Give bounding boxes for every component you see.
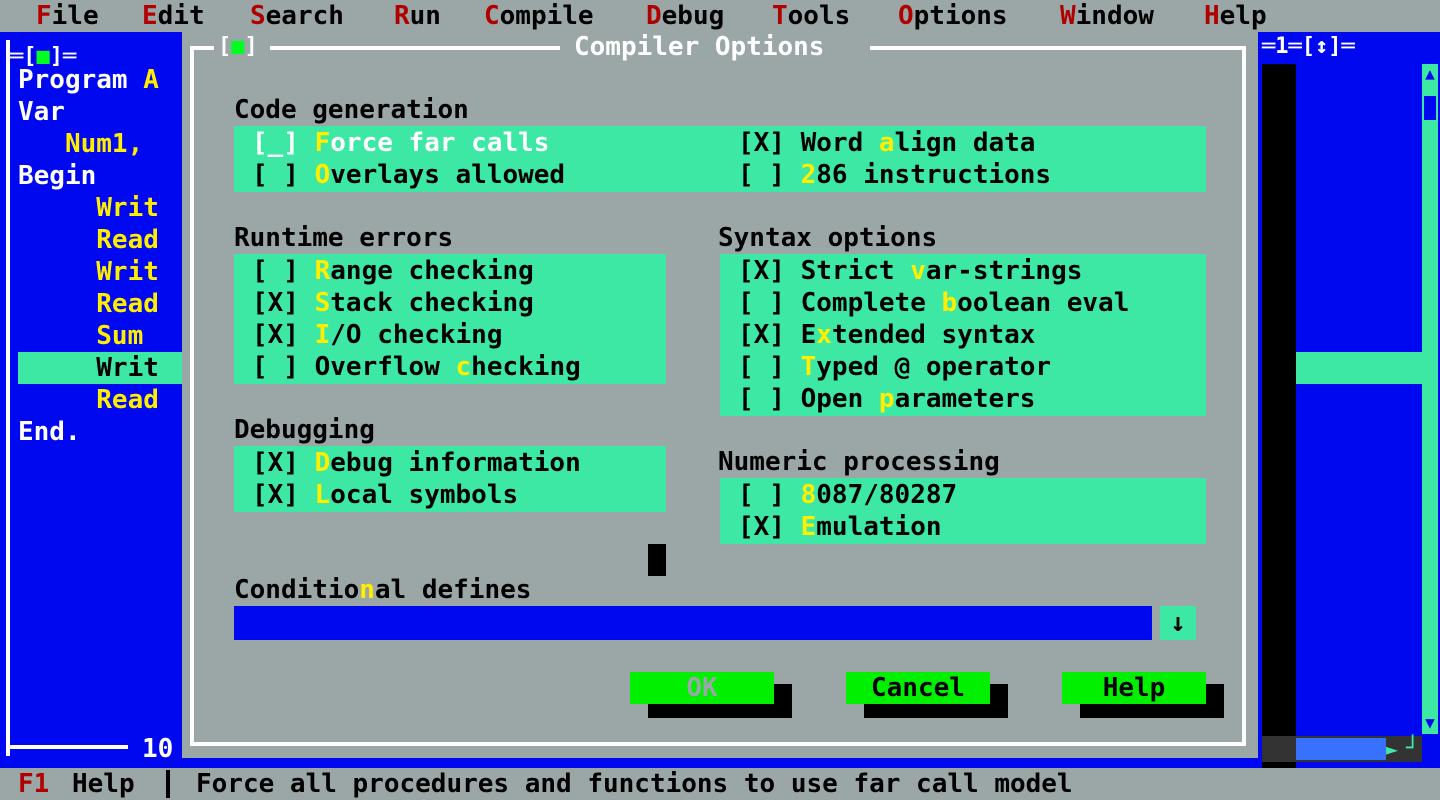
code-line[interactable]: Read <box>18 224 159 256</box>
scroll-down-arrow-icon[interactable]: ▼ <box>1422 712 1438 734</box>
menu-compile[interactable]: Compile <box>484 0 594 32</box>
editor-window-number-zoom[interactable]: ═1═[↕]═ <box>1262 32 1440 62</box>
menu-options[interactable]: Options <box>898 0 1008 32</box>
horizontal-scrollbar-track[interactable] <box>1296 738 1386 760</box>
status-hint-text: Force all procedures and functions to us… <box>196 769 1073 799</box>
code-line[interactable]: End. <box>18 416 81 448</box>
checkbox-overflow-checking[interactable]: [ ] Overflow checking <box>252 351 581 383</box>
menu-run[interactable]: Run <box>394 0 441 32</box>
code-generation-label: Code generation <box>234 95 469 125</box>
checkbox-strict-var-strings[interactable]: [X] Strict var-strings <box>738 255 1082 287</box>
dialog-close-button[interactable]: [■] <box>218 32 258 62</box>
cancel-button[interactable]: Cancel <box>846 672 990 704</box>
editor-current-line-highlight-right <box>1296 352 1422 384</box>
checkbox-range-checking[interactable]: [ ] Range checking <box>252 255 534 287</box>
menu-debug[interactable]: Debug <box>646 0 724 32</box>
code-line-current[interactable]: Writ <box>18 352 159 384</box>
checkbox-open-parameters[interactable]: [ ] Open parameters <box>738 383 1035 415</box>
history-down-arrow-icon[interactable]: ↓ <box>1160 606 1196 640</box>
status-f1-key[interactable]: F1 <box>18 768 49 800</box>
conditional-defines-input[interactable] <box>234 606 1152 640</box>
checkbox-8087-80287[interactable]: [ ] 8087/80287 <box>738 479 957 511</box>
numeric-processing-label: Numeric processing <box>718 447 1000 477</box>
scroll-up-arrow-icon[interactable]: ▲ <box>1422 64 1438 84</box>
menu-file[interactable]: File <box>36 0 99 32</box>
runtime-errors-label: Runtime errors <box>234 223 454 253</box>
code-line[interactable]: Sum <box>18 320 159 352</box>
status-separator <box>166 770 170 798</box>
code-line[interactable]: Writ <box>18 256 159 288</box>
debugging-label: Debugging <box>234 415 375 445</box>
editor-right-area[interactable] <box>1296 64 1422 768</box>
code-line[interactable]: Read <box>18 384 159 416</box>
code-line[interactable]: Read <box>18 288 159 320</box>
menu-window[interactable]: Window <box>1060 0 1154 32</box>
status-help-label[interactable]: Help <box>72 768 135 800</box>
checkbox-io-checking[interactable]: [X] I/O checking <box>252 319 502 351</box>
code-line[interactable]: Begin <box>18 160 96 192</box>
editor-frame-left <box>6 40 10 756</box>
menu-bar: File Edit Search Run Compile Debug Tools… <box>0 0 1440 32</box>
checkbox-emulation[interactable]: [X] Emulation <box>738 511 942 543</box>
help-button[interactable]: Help <box>1062 672 1206 704</box>
checkbox-overlays-allowed[interactable]: [ ] Overlays allowed <box>252 159 565 191</box>
code-line[interactable]: Var <box>18 96 65 128</box>
syntax-options-label: Syntax options <box>718 223 938 253</box>
vertical-scrollbar[interactable] <box>1422 64 1438 734</box>
code-line[interactable]: Writ <box>18 192 159 224</box>
scroll-thumb[interactable] <box>1424 96 1436 120</box>
checkbox-force-far-calls[interactable]: [_] Force far calls <box>252 127 549 159</box>
menu-tools[interactable]: Tools <box>772 0 850 32</box>
checkbox-extended-syntax[interactable]: [X] Extended syntax <box>738 319 1035 351</box>
menu-help[interactable]: Help <box>1204 0 1267 32</box>
editor-line-number: 10 <box>142 734 174 764</box>
resize-corner-icon[interactable]: ┘ <box>1406 736 1422 762</box>
editor-shadow <box>1262 64 1296 768</box>
checkbox-complete-boolean-eval[interactable]: [ ] Complete boolean eval <box>738 287 1129 319</box>
menu-search[interactable]: Search <box>250 0 344 32</box>
checkbox-debug-information[interactable]: [X] Debug information <box>252 447 581 479</box>
dialog-title: Compiler Options <box>574 32 825 62</box>
checkbox-local-symbols[interactable]: [X] Local symbols <box>252 479 518 511</box>
conditional-defines-label: Conditional defines <box>234 575 532 605</box>
scroll-right-arrow-icon[interactable]: ► <box>1386 736 1406 762</box>
ok-button[interactable]: OK <box>630 672 774 704</box>
code-line[interactable]: Num1, <box>18 128 143 160</box>
editor-frame-bottom <box>10 745 128 749</box>
menu-edit[interactable]: Edit <box>142 0 205 32</box>
code-line[interactable]: Program A <box>18 64 159 96</box>
checkbox-typed-at-operator[interactable]: [ ] Typed @ operator <box>738 351 1051 383</box>
checkbox-286-instructions[interactable]: [ ] 286 instructions <box>738 159 1051 191</box>
close-icon: ■ <box>231 34 245 59</box>
checkbox-stack-checking[interactable]: [X] Stack checking <box>252 287 534 319</box>
checkbox-word-align-data[interactable]: [X] Word align data <box>738 127 1035 159</box>
text-cursor <box>648 544 666 576</box>
